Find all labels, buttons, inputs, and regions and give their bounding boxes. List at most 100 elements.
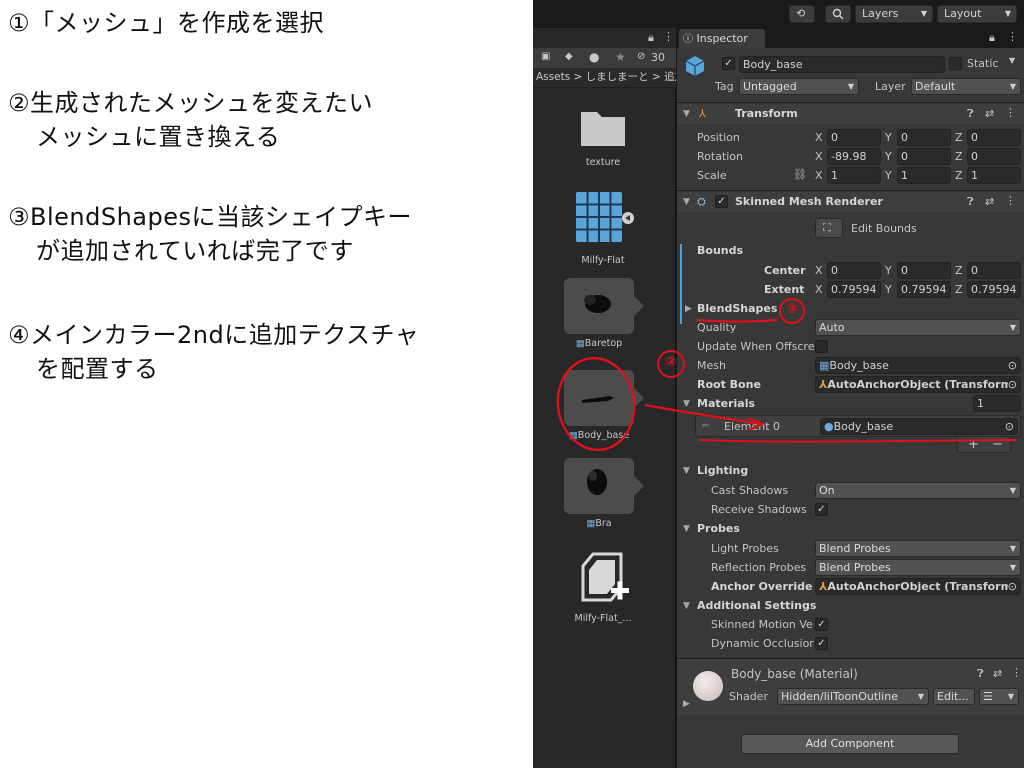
- lock-icon[interactable]: 🔒︎: [989, 31, 995, 45]
- transform-header[interactable]: ▼ ⅄ Transform ❓︎ ⇄ ⋮: [677, 104, 1024, 124]
- more-menu-icon[interactable]: ⋮: [1011, 666, 1022, 679]
- element0-field[interactable]: ●Body_base ⊙: [820, 418, 1018, 435]
- expand-triangle-icon[interactable]: ▼: [683, 399, 690, 409]
- static-checkbox[interactable]: [949, 57, 962, 70]
- probes-foldout[interactable]: Probes: [697, 522, 740, 535]
- more-menu-icon[interactable]: ⋮: [1005, 194, 1016, 207]
- expand-triangle-icon[interactable]: ▼: [683, 197, 690, 207]
- link-icon[interactable]: ⛓︎: [793, 168, 807, 181]
- object-picker-icon[interactable]: ⊙: [1007, 377, 1017, 392]
- expand-triangle-icon[interactable]: ▶: [683, 699, 690, 709]
- tab-inspector[interactable]: ⓘ Inspector: [679, 29, 765, 48]
- root-bone-field[interactable]: ⅄AutoAnchorObject (Transform ⊙: [815, 376, 1021, 393]
- scale-z-field[interactable]: 1: [967, 167, 1021, 184]
- help-icon[interactable]: ❓︎: [967, 107, 974, 121]
- reflection-probes-dropdown[interactable]: Blend Probes ▼: [815, 559, 1021, 576]
- update-offscreen-checkbox[interactable]: [815, 340, 828, 353]
- editor-toolbar: ⟲ Layers ▼ Layout ▼: [533, 0, 1024, 28]
- remove-element-button[interactable]: −: [992, 437, 1003, 452]
- object-picker-icon[interactable]: ⊙: [1007, 579, 1017, 594]
- layout-dropdown[interactable]: Layout ▼: [937, 5, 1017, 23]
- search-button[interactable]: [825, 5, 851, 23]
- material-options-dropdown[interactable]: ☰ ▼: [979, 688, 1019, 705]
- asset-bra[interactable]: ▦Bra: [549, 458, 649, 529]
- more-menu-icon[interactable]: ⋮: [1007, 30, 1018, 43]
- expand-triangle-icon[interactable]: ▼: [683, 601, 690, 611]
- asset-body-base[interactable]: ▦Body_base: [549, 370, 649, 441]
- asset-texture[interactable]: texture: [553, 106, 653, 168]
- active-checkbox[interactable]: ✓: [722, 57, 735, 70]
- center-y-field[interactable]: 0: [897, 262, 951, 279]
- chevron-down-icon: ▼: [1009, 544, 1016, 553]
- breadcrumb[interactable]: Assets > しましまーと > 追加: [533, 68, 676, 88]
- divider: [677, 190, 1024, 191]
- help-icon[interactable]: ❓︎: [967, 195, 974, 209]
- rotation-z-field[interactable]: 0: [967, 148, 1021, 165]
- layer-dropdown[interactable]: Default ▼: [911, 78, 1021, 95]
- layers-dropdown[interactable]: Layers ▼: [855, 5, 933, 23]
- center-x-field[interactable]: 0: [827, 262, 881, 279]
- axis-x-label: X: [815, 131, 823, 144]
- expand-triangle-icon[interactable]: ▼: [683, 109, 690, 119]
- history-button[interactable]: ⟲: [789, 5, 815, 23]
- help-icon[interactable]: ❓︎: [977, 667, 984, 681]
- extent-x-field[interactable]: 0.79594: [827, 281, 881, 298]
- more-menu-icon[interactable]: ⋮: [1005, 106, 1016, 119]
- shader-dropdown[interactable]: Hidden/lilToonOutline ▼: [777, 688, 929, 705]
- mesh-field[interactable]: ▦Body_base ⊙: [815, 357, 1021, 374]
- asset-milfy-flat[interactable]: Milfy-Flat: [553, 188, 653, 266]
- position-x-field[interactable]: 0: [827, 129, 881, 146]
- preset-icon[interactable]: ⇄: [993, 667, 1002, 680]
- mesh-icon: [564, 278, 644, 334]
- label-tag-icon[interactable]: ◆: [565, 51, 573, 62]
- extent-z-field[interactable]: 0.79594: [967, 281, 1021, 298]
- expand-triangle-icon[interactable]: ▼: [683, 466, 690, 476]
- object-picker-icon[interactable]: ⊙: [1008, 358, 1017, 373]
- favorite-star-icon[interactable]: ★: [615, 50, 626, 64]
- scene-filter-icon[interactable]: ▣: [541, 51, 550, 62]
- drag-handle-icon[interactable]: ═: [702, 419, 709, 432]
- warning-filter-icon[interactable]: ●: [589, 50, 599, 64]
- extent-y-field[interactable]: 0.79594: [897, 281, 951, 298]
- preset-icon[interactable]: ⇄: [985, 195, 994, 208]
- cast-shadows-dropdown[interactable]: On ▼: [815, 482, 1021, 499]
- lock-icon[interactable]: 🔒︎: [648, 31, 654, 45]
- dynamic-occlusion-checkbox[interactable]: ✓: [815, 637, 828, 650]
- lighting-foldout[interactable]: Lighting: [697, 464, 748, 477]
- preset-icon[interactable]: ⇄: [985, 107, 994, 120]
- anchor-override-field[interactable]: ⅄AutoAnchorObject (Transform ⊙: [815, 578, 1021, 595]
- expand-triangle-icon[interactable]: ▶: [685, 304, 692, 314]
- expand-triangle-icon[interactable]: ▼: [683, 524, 690, 534]
- shader-edit-button[interactable]: Edit...: [933, 688, 975, 705]
- scale-x-field[interactable]: 1: [827, 167, 881, 184]
- edit-bounds-button[interactable]: ⛶: [815, 218, 843, 238]
- materials-size-field[interactable]: 1: [973, 395, 1021, 412]
- add-element-button[interactable]: +: [968, 437, 979, 452]
- chevron-down-icon: ▼: [1004, 9, 1011, 18]
- scale-y-field[interactable]: 1: [897, 167, 951, 184]
- materials-foldout[interactable]: Materials: [697, 397, 755, 410]
- position-z-field[interactable]: 0: [967, 129, 1021, 146]
- position-y-field[interactable]: 0: [897, 129, 951, 146]
- object-picker-icon[interactable]: ⊙: [1005, 419, 1014, 434]
- hidden-packages-icon[interactable]: ⊘: [637, 51, 645, 62]
- chevron-down-icon[interactable]: ▼: [1009, 56, 1015, 65]
- smr-header[interactable]: ▼ ⛭ ✓ Skinned Mesh Renderer ❓︎ ⇄ ⋮: [677, 192, 1024, 212]
- asset-label: ▦Baretop: [575, 338, 623, 349]
- more-menu-icon[interactable]: ⋮: [663, 30, 674, 43]
- asset-milfy-flat-variant[interactable]: Milfy-Flat_...: [553, 546, 653, 624]
- light-probes-dropdown[interactable]: Blend Probes ▼: [815, 540, 1021, 557]
- center-z-field[interactable]: 0: [967, 262, 1021, 279]
- additional-settings-foldout[interactable]: Additional Settings: [697, 599, 816, 612]
- blendshapes-foldout[interactable]: BlendShapes: [697, 302, 777, 315]
- asset-baretop[interactable]: ▦Baretop: [549, 278, 649, 349]
- receive-shadows-checkbox[interactable]: ✓: [815, 503, 828, 516]
- rotation-y-field[interactable]: 0: [897, 148, 951, 165]
- tag-dropdown[interactable]: Untagged ▼: [739, 78, 859, 95]
- smr-enabled-checkbox[interactable]: ✓: [715, 195, 728, 208]
- skinned-motion-checkbox[interactable]: ✓: [815, 618, 828, 631]
- rotation-x-field[interactable]: -89.98: [827, 148, 881, 165]
- add-component-button[interactable]: Add Component: [741, 734, 959, 754]
- quality-dropdown[interactable]: Auto ▼: [815, 319, 1021, 336]
- object-name-field[interactable]: Body_base: [739, 56, 945, 73]
